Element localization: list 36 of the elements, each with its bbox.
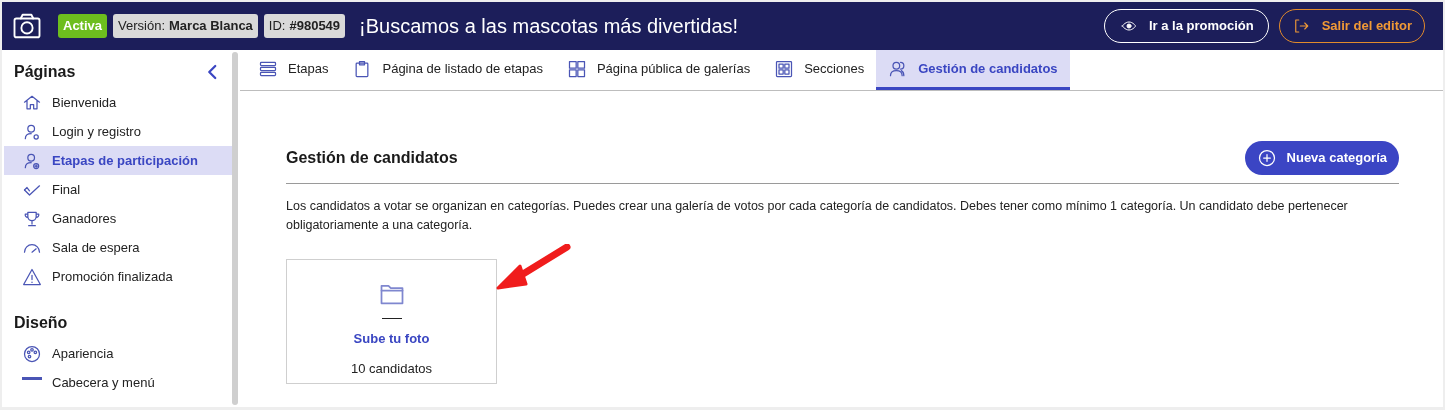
bar-icon: [22, 377, 42, 380]
sidebar-item[interactable]: Ganadores: [4, 204, 232, 233]
candidate-count: 10 candidatos: [351, 359, 432, 378]
id-value: #980549: [289, 17, 341, 36]
tab[interactable]: Secciones: [762, 50, 877, 90]
category-card[interactable]: Sube tu foto 10 candidatos: [286, 259, 497, 384]
new-category-button[interactable]: Nueva categoría: [1244, 141, 1399, 175]
promotion-title: ¡Buscamos a las mascotas más divertidas!: [359, 14, 739, 39]
status-badge: Activa: [58, 14, 108, 38]
layout-icon: [774, 58, 795, 79]
grid-icon: [566, 58, 587, 79]
section-title: Gestión de candidatos: [286, 148, 458, 168]
tab[interactable]: Página pública de galerías: [554, 50, 763, 90]
description-text: Los candidatos a votar se organizan en categorías. Puedes crear una galería de votos por cada categoría de candidatos. Debes tener como mínimo 1 categoría. Un candidato debe pertenecer obligatoriamente a una categoría.: [286, 198, 1349, 234]
warning-icon: [22, 266, 42, 287]
plus-circle-icon: [1256, 148, 1277, 168]
tab[interactable]: Etapas: [246, 50, 341, 90]
section-heading: Páginas: [14, 62, 76, 82]
section-heading: Diseño: [14, 313, 68, 333]
sidebar-item[interactable]: Login y registro: [4, 117, 232, 146]
sidebar-item[interactable]: Etapas de participación: [4, 146, 232, 175]
scrollbar[interactable]: [232, 52, 238, 405]
sidebar-item[interactable]: Sala de espera: [4, 233, 232, 262]
sidebar-item[interactable]: Promoción finalizada: [4, 262, 232, 291]
version-label: Versión:: [118, 17, 165, 36]
id-label: ID:: [268, 17, 286, 36]
sidebar-item[interactable]: Final: [4, 175, 232, 204]
sidebar-item[interactable]: Apariencia: [4, 339, 232, 368]
sidebar-item[interactable]: Cabecera y menú: [4, 368, 232, 397]
tab[interactable]: Gestión de candidatos: [876, 50, 1070, 90]
palette-icon: [22, 343, 42, 364]
category-name: Sube tu foto: [353, 330, 430, 348]
sidebar-item[interactable]: Bienvenida: [4, 88, 232, 117]
tab[interactable]: Página de listado de etapas: [340, 50, 555, 90]
camera-icon: [12, 11, 42, 41]
version-value: Marca Blanca: [169, 17, 253, 36]
